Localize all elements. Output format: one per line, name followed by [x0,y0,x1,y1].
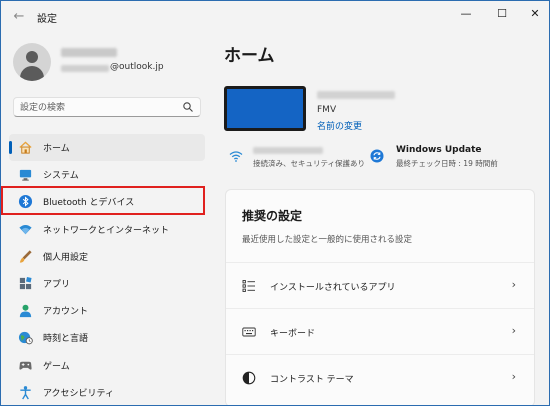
search-box[interactable] [13,97,201,117]
sidebar-item-accounts[interactable]: アカウント [9,297,205,324]
sidebar-item-label: ゲーム [43,361,70,372]
back-button[interactable]: ← [9,7,29,27]
device-name-redacted [317,91,395,99]
highlight-box [1,186,205,215]
sidebar-item-apps[interactable]: アプリ [9,270,205,297]
wifi-status: 接続済み、セキュリティ保護あり [253,159,366,168]
search-input[interactable] [20,101,180,114]
sidebar-item-time-language[interactable]: 時刻と言語 [9,324,205,351]
recommended-settings-title: 推奨の設定 [242,209,303,223]
sidebar-item-network[interactable]: ネットワークとインターネット [9,216,205,243]
globe-clock-icon [18,332,33,345]
installed-apps-icon [242,280,255,292]
chevron-right-icon: › [511,370,516,383]
sidebar-nav: ホーム システム Bluetooth とデバイス ネットワークとインターネット [9,134,205,405]
sidebar-item-label: 時刻と言語 [43,334,89,345]
recommended-item-keyboard[interactable]: キーボード › [226,308,534,354]
sidebar-item-personalization[interactable]: 個人用設定 [9,243,205,270]
sidebar-item-accessibility[interactable]: アクセシビリティ [9,379,205,405]
recommended-settings-card: 推奨の設定 最近使用した設定と一般的に使用される設定 インストールされているアプ… [225,189,535,405]
sidebar-item-label: システム [43,171,79,182]
sidebar-item-gaming[interactable]: ゲーム [9,352,205,379]
sidebar-item-home[interactable]: ホーム [9,134,205,161]
rename-link[interactable]: 名前の変更 [317,119,362,132]
contrast-icon [242,371,256,385]
keyboard-icon [242,327,256,337]
gamepad-icon [19,361,32,370]
page-title: ホーム [224,46,275,66]
recommended-item-label: キーボード [270,329,316,339]
recommended-item-label: インストールされているアプリ [270,283,396,293]
chevron-right-icon: › [511,278,516,291]
sidebar-item-label: アプリ [43,279,71,290]
wifi-icon [229,151,243,162]
windows-update-title[interactable]: Windows Update [396,145,482,155]
recommended-item-contrast-themes[interactable]: コントラスト テーマ › [226,354,534,400]
avatar[interactable] [13,43,51,81]
title-bar: ← 設定 — ☐ ✕ [1,1,549,33]
wifi-name-redacted [253,147,323,154]
home-icon [19,141,32,154]
minimize-button[interactable]: — [449,1,483,27]
avatar-body [20,66,44,81]
network-icon [19,224,32,234]
sidebar-item-label: アクセシビリティ [43,388,115,399]
windows-update-last-checked: 最終チェック日時 : 19 時間前 [396,159,498,168]
profile-email-redacted [61,65,109,72]
recommended-item-installed-apps[interactable]: インストールされているアプリ › [226,262,534,308]
brush-icon [19,250,32,263]
profile-name-redacted [61,48,117,57]
account-icon [19,304,32,318]
sidebar-item-label: 個人用設定 [43,252,89,263]
sidebar-item-label: ホーム [43,144,70,154]
apps-icon [19,276,32,290]
search-icon[interactable] [182,101,194,113]
settings-window: ← 設定 — ☐ ✕ @outlook.jp ホーム [0,0,550,406]
window-title: 設定 [37,14,57,25]
maximize-button[interactable]: ☐ [485,1,519,27]
accessibility-icon [20,385,31,400]
profile-email: @outlook.jp [110,62,164,72]
recommended-item-label: コントラスト テーマ [270,375,354,385]
windows-update-icon[interactable] [370,149,384,163]
sidebar-item-system[interactable]: システム [9,161,205,188]
close-button[interactable]: ✕ [518,1,549,27]
avatar-head [26,51,38,63]
sidebar-item-label: アカウント [43,307,89,318]
recommended-settings-subtitle: 最近使用した設定と一般的に使用される設定 [242,235,413,245]
chevron-right-icon: › [511,324,516,337]
sidebar-item-label: ネットワークとインターネット [43,225,170,236]
device-thumbnail [224,86,306,131]
system-icon [19,170,32,181]
device-model: FMV [317,105,337,115]
